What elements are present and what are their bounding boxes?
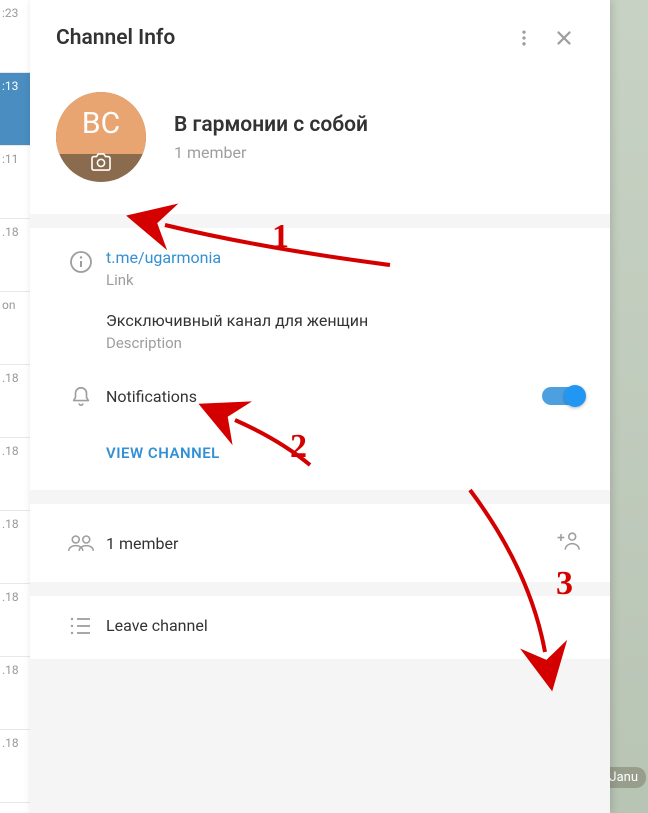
- bell-icon: [56, 384, 106, 408]
- close-button[interactable]: [544, 18, 584, 58]
- list-icon: [56, 617, 106, 635]
- description-label: Description: [106, 334, 584, 352]
- chat-item: .18: [0, 438, 30, 511]
- more-menu-button[interactable]: [504, 18, 544, 58]
- chat-item: on: [0, 292, 30, 365]
- panel-header: Channel Info: [30, 0, 610, 76]
- panel-title: Channel Info: [56, 26, 504, 50]
- chat-item: .18: [0, 365, 30, 438]
- channel-info-panel: Channel Info BC: [30, 0, 610, 813]
- notifications-label: Notifications: [106, 387, 542, 406]
- link-label: Link: [106, 271, 584, 289]
- profile-info: В гармонии с собой 1 member: [174, 113, 584, 162]
- view-channel-button[interactable]: VIEW CHANNEL: [30, 426, 610, 484]
- chat-item: .18: [0, 511, 30, 584]
- close-icon: [553, 27, 575, 49]
- channel-description: Эксключивный канал для женщин: [106, 311, 584, 330]
- profile-row: BC В гармонии с собой 1 member: [30, 76, 610, 214]
- description-row[interactable]: Эксключивный канал для женщин Descriptio…: [30, 303, 610, 366]
- add-member-button[interactable]: [550, 526, 584, 560]
- add-person-icon: [554, 530, 580, 552]
- info-icon: [56, 248, 106, 274]
- chat-list-sliver: :23 :13 :11 .18 on .18 .18 .18 .18 .18 .…: [0, 0, 30, 813]
- notifications-toggle[interactable]: [542, 387, 584, 405]
- channel-link: t.me/ugarmonia: [106, 248, 584, 267]
- members-row[interactable]: 1 member: [30, 504, 610, 582]
- camera-icon: [90, 153, 112, 175]
- leave-channel-row[interactable]: Leave channel: [30, 596, 610, 659]
- member-count: 1 member: [174, 143, 584, 162]
- leave-card: Leave channel: [30, 596, 610, 659]
- chat-item: .18: [0, 657, 30, 730]
- notifications-row[interactable]: Notifications: [30, 366, 610, 426]
- chat-item: :11: [0, 146, 30, 219]
- chat-area-sliver: Janu: [610, 0, 648, 813]
- members-card: 1 member: [30, 504, 610, 582]
- leave-channel-label: Leave channel: [106, 616, 584, 635]
- chat-item: :13: [0, 73, 30, 146]
- chat-item: :23: [0, 0, 30, 73]
- chat-item: .18: [0, 584, 30, 657]
- chat-item: .18: [0, 219, 30, 292]
- channel-name: В гармонии с собой: [174, 113, 584, 137]
- link-row[interactable]: t.me/ugarmonia Link: [30, 234, 610, 303]
- toggle-knob: [564, 385, 586, 407]
- more-vertical-icon: [514, 28, 534, 48]
- header-card: Channel Info BC: [30, 0, 610, 214]
- people-icon: [56, 533, 106, 553]
- avatar-initials: BC: [56, 92, 146, 154]
- members-count: 1 member: [106, 534, 550, 553]
- channel-avatar[interactable]: BC: [56, 92, 146, 182]
- chat-item: .18: [0, 730, 30, 803]
- info-card: t.me/ugarmonia Link Эксключивный канал д…: [30, 228, 610, 490]
